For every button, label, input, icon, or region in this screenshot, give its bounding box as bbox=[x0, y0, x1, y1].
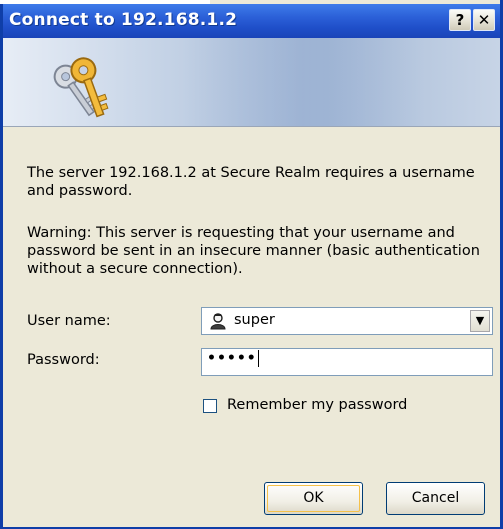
username-label: User name: bbox=[27, 313, 111, 329]
chevron-down-icon: ▼ bbox=[475, 314, 485, 327]
security-warning: Warning: This server is requesting that … bbox=[27, 225, 480, 277]
dropdown-arrow-button[interactable]: ▼ bbox=[470, 310, 490, 332]
password-mask: ••••• bbox=[207, 350, 257, 367]
close-button[interactable]: ✕ bbox=[473, 9, 495, 31]
remember-password-label[interactable]: Remember my password bbox=[227, 397, 407, 413]
password-input[interactable]: ••••• bbox=[201, 348, 493, 376]
cancel-button-label: Cancel bbox=[411, 490, 460, 506]
banner-gradient bbox=[183, 38, 423, 126]
window-title: Connect to 192.168.1.2 bbox=[9, 10, 238, 30]
login-dialog: Connect to 192.168.1.2 ? ✕ The server 19… bbox=[0, 0, 503, 529]
dialog-banner bbox=[3, 38, 500, 126]
server-message: The server 192.168.1.2 at Secure Realm r… bbox=[27, 165, 475, 199]
keys-icon bbox=[53, 57, 109, 118]
remember-password-checkbox[interactable] bbox=[203, 399, 217, 413]
cancel-button[interactable]: Cancel bbox=[386, 482, 485, 515]
title-bar[interactable]: Connect to 192.168.1.2 ? ✕ bbox=[3, 4, 500, 38]
text-caret bbox=[257, 350, 259, 367]
help-icon: ? bbox=[455, 11, 465, 29]
help-button[interactable]: ? bbox=[449, 9, 471, 31]
password-label: Password: bbox=[27, 352, 100, 368]
username-value: super bbox=[234, 312, 275, 328]
close-icon: ✕ bbox=[477, 11, 491, 29]
ok-button-label: OK bbox=[303, 490, 324, 506]
password-value: ••••• bbox=[207, 350, 259, 367]
ok-button[interactable]: OK bbox=[264, 482, 363, 515]
user-icon bbox=[210, 313, 226, 330]
username-combobox[interactable]: super ▼ bbox=[201, 307, 493, 335]
desktop-background-strip bbox=[0, 0, 210, 4]
banner-divider bbox=[3, 126, 500, 127]
